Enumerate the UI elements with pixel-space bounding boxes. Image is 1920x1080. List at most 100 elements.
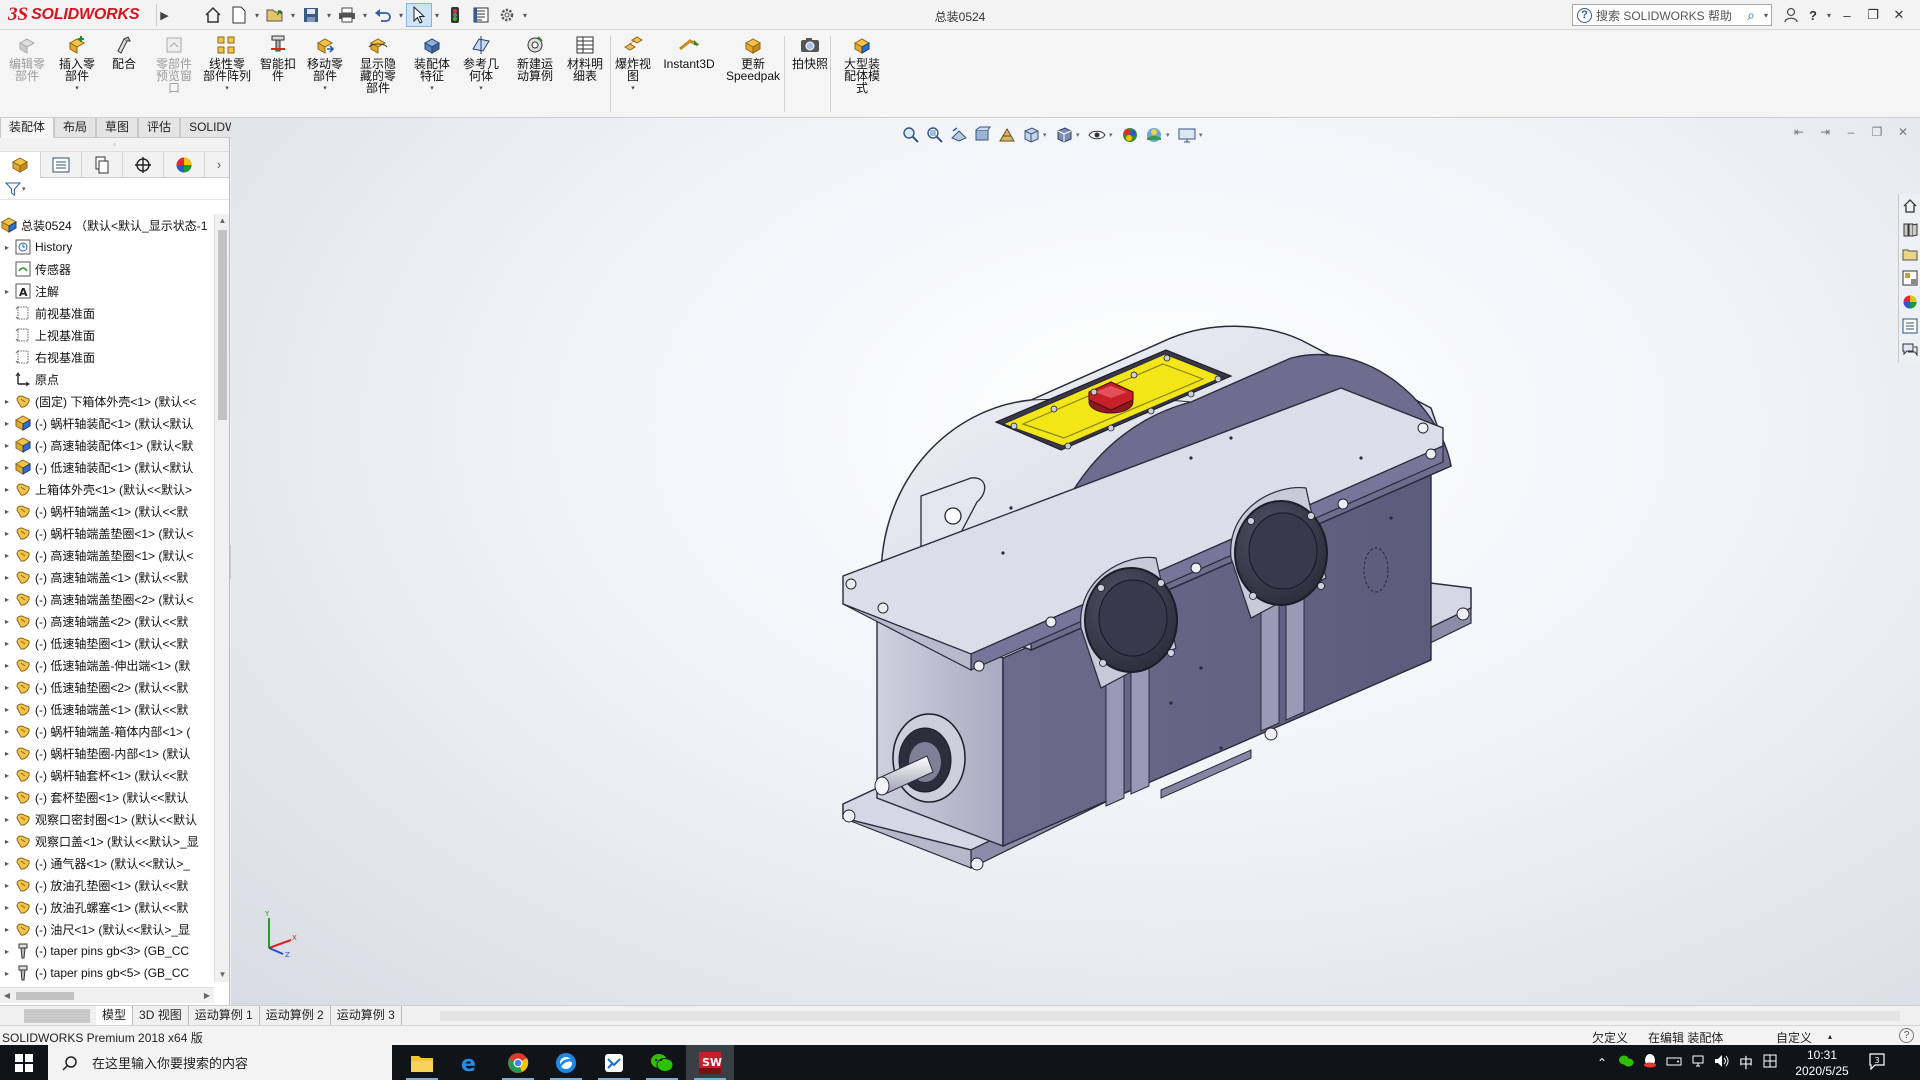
- undo-dropdown-icon[interactable]: ▾: [396, 11, 406, 20]
- input-mode-icon[interactable]: [1758, 1054, 1782, 1071]
- viewport-minimize-icon[interactable]: –: [1838, 123, 1864, 141]
- tree-item[interactable]: ▸ (-) 蜗杆轴端盖<1> (默认<<默: [0, 500, 214, 522]
- tree-item[interactable]: 前视基准面: [0, 302, 214, 324]
- tree-item[interactable]: ▸ (-) 油尺<1> (默认<<默认>_显: [0, 918, 214, 940]
- expand-arrow-icon[interactable]: ▸: [0, 925, 14, 934]
- undo-icon[interactable]: [370, 3, 396, 27]
- help-search-input[interactable]: ? 搜索 SOLIDWORKS 帮助 ⌕ ▾: [1572, 4, 1772, 26]
- cm-tab[interactable]: 评估: [138, 118, 181, 138]
- tree-item[interactable]: ▸ (-) taper pins gb<5> (GB_CC: [0, 962, 214, 982]
- expand-arrow-icon[interactable]: ▸: [0, 947, 14, 956]
- bottom-tab[interactable]: 运动算例 1: [189, 1006, 260, 1026]
- tray-drive-icon[interactable]: [1662, 1055, 1686, 1070]
- chrome-icon[interactable]: [494, 1045, 542, 1080]
- ref-geometry-dropdown-icon[interactable]: ▾: [479, 83, 483, 95]
- expand-arrow-icon[interactable]: ▸: [0, 859, 14, 868]
- gear-reducer-model[interactable]: [731, 278, 1551, 918]
- tree-item[interactable]: ▸ (-) 蜗杆轴端盖-箱体内部<1> (: [0, 720, 214, 742]
- expand-arrow-icon[interactable]: ▸: [0, 837, 14, 846]
- expand-arrow-icon[interactable]: ▸: [0, 771, 14, 780]
- more-tabs-icon[interactable]: ›: [209, 157, 229, 172]
- view-palette-icon[interactable]: [1898, 266, 1920, 290]
- network-icon[interactable]: [1686, 1054, 1710, 1071]
- view-settings-dropdown-icon[interactable]: ▾: [1199, 131, 1208, 139]
- bottom-scrollbar[interactable]: [440, 1011, 1900, 1021]
- viewport-close-icon[interactable]: ✕: [1890, 123, 1916, 141]
- tree-item[interactable]: 右视基准面: [0, 346, 214, 368]
- tree-item[interactable]: 原点: [0, 368, 214, 390]
- file-explorer-pane-icon[interactable]: [1898, 242, 1920, 266]
- tree-item[interactable]: ▸ (-) 低速轴垫圈<2> (默认<<默: [0, 676, 214, 698]
- open-icon[interactable]: [262, 3, 288, 27]
- apply-scene-icon[interactable]: [1142, 123, 1166, 147]
- expand-arrow-icon[interactable]: ▸: [0, 793, 14, 802]
- appearances-pane-icon[interactable]: [1898, 290, 1920, 314]
- tree-item[interactable]: ▸ (-) taper pins gb<3> (GB_CC: [0, 940, 214, 962]
- cm-tab[interactable]: 装配体: [0, 118, 55, 138]
- expand-arrow-icon[interactable]: ▸: [0, 485, 14, 494]
- file-explorer-icon[interactable]: [398, 1045, 446, 1080]
- tree-item[interactable]: ▸ (-) 低速轴端盖-伸出端<1> (默: [0, 654, 214, 676]
- options-icon[interactable]: [494, 3, 520, 27]
- tree-item[interactable]: ▸ (-) 高速轴端盖<1> (默认<<默: [0, 566, 214, 588]
- view-settings-icon[interactable]: [1175, 123, 1199, 147]
- expand-arrow-icon[interactable]: ▸: [0, 419, 14, 428]
- cm-tab[interactable]: 布局: [54, 118, 97, 138]
- expand-arrow-icon[interactable]: ▸: [0, 595, 14, 604]
- expand-arrow-icon[interactable]: ▸: [0, 441, 14, 450]
- scroll-right-icon[interactable]: ▶: [200, 988, 214, 1004]
- expand-arrow-icon[interactable]: ▸: [0, 639, 14, 648]
- filter-dropdown-icon[interactable]: ▾: [22, 185, 26, 193]
- filter-icon[interactable]: [5, 181, 21, 197]
- custom-properties-icon[interactable]: [1898, 314, 1920, 338]
- tree-item[interactable]: ▸ (-) 高速轴端盖垫圈<2> (默认<: [0, 588, 214, 610]
- tree-item[interactable]: ▸ (-) 低速轴端盖<1> (默认<<默: [0, 698, 214, 720]
- solidworks-resources-icon[interactable]: [1898, 194, 1920, 218]
- tab-navigation-arrows[interactable]: [24, 1009, 90, 1023]
- scroll-left-icon[interactable]: ◀: [0, 988, 14, 1004]
- file-props-icon[interactable]: [468, 3, 494, 27]
- tray-qq-icon[interactable]: [1638, 1053, 1662, 1072]
- print-icon[interactable]: [334, 3, 360, 27]
- bottom-tab[interactable]: 3D 视图: [133, 1006, 189, 1026]
- open-dropdown-icon[interactable]: ▾: [288, 11, 298, 20]
- save-icon[interactable]: [298, 3, 324, 27]
- new-doc-icon[interactable]: [226, 3, 252, 27]
- display-manager-tab-icon[interactable]: [164, 151, 205, 178]
- qq-browser-icon[interactable]: [542, 1045, 590, 1080]
- expand-arrow-icon[interactable]: ▸: [0, 749, 14, 758]
- viewport-next-icon[interactable]: ⇥: [1812, 123, 1838, 141]
- show-hidden-button[interactable]: 显示隐 藏的零 部件: [352, 34, 404, 94]
- quick-tips-icon[interactable]: ?: [1899, 1028, 1914, 1043]
- tree-horizontal-scrollbar[interactable]: ◀ ▶: [0, 987, 214, 1003]
- bottom-tab[interactable]: 运动算例 2: [260, 1006, 331, 1026]
- tree-item[interactable]: ▸ (固定) 下箱体外壳<1> (默认<<: [0, 390, 214, 412]
- minimize-icon[interactable]: –: [1834, 4, 1860, 26]
- tree-item[interactable]: ▸ (-) 放油孔垫圈<1> (默认<<默: [0, 874, 214, 896]
- expand-arrow-icon[interactable]: ▸: [0, 969, 14, 978]
- user-icon[interactable]: [1780, 4, 1802, 26]
- tree-item[interactable]: ▸ (-) 高速轴端盖<2> (默认<<默: [0, 610, 214, 632]
- expand-arrow-icon[interactable]: ▸: [0, 287, 14, 296]
- volume-icon[interactable]: [1710, 1054, 1734, 1071]
- section-view-icon[interactable]: [971, 123, 995, 147]
- tree-item[interactable]: 传感器: [0, 258, 214, 280]
- linear-pattern-dropdown-icon[interactable]: ▾: [225, 83, 229, 95]
- notification-center-icon[interactable]: 3: [1862, 1051, 1892, 1074]
- system-clock[interactable]: 10:31 2020/5/25: [1782, 1047, 1862, 1079]
- tree-item[interactable]: ▸ (-) 套杯垫圈<1> (默认<<默认: [0, 786, 214, 808]
- expand-arrow-icon[interactable]: ▸: [0, 815, 14, 824]
- exploded-view-dropdown-icon[interactable]: ▾: [631, 83, 635, 95]
- display-style-dropdown-icon[interactable]: ▾: [1076, 131, 1085, 139]
- windows-start-icon[interactable]: [0, 1045, 48, 1080]
- viewport-restore-icon[interactable]: ❐: [1864, 123, 1890, 141]
- scroll-down-icon[interactable]: ▼: [215, 968, 230, 982]
- help-dropdown-icon[interactable]: ▾: [1824, 11, 1834, 20]
- expand-arrow-icon[interactable]: ▸: [0, 507, 14, 516]
- email-icon[interactable]: [590, 1045, 638, 1080]
- exploded-view-button[interactable]: 爆炸视图 ▾: [612, 34, 654, 95]
- help-icon[interactable]: ?: [1802, 4, 1824, 26]
- zoom-to-fit-icon[interactable]: [899, 123, 923, 147]
- traffic-light-icon[interactable]: [442, 3, 468, 27]
- view-orientation-dropdown-icon[interactable]: ▾: [1043, 131, 1052, 139]
